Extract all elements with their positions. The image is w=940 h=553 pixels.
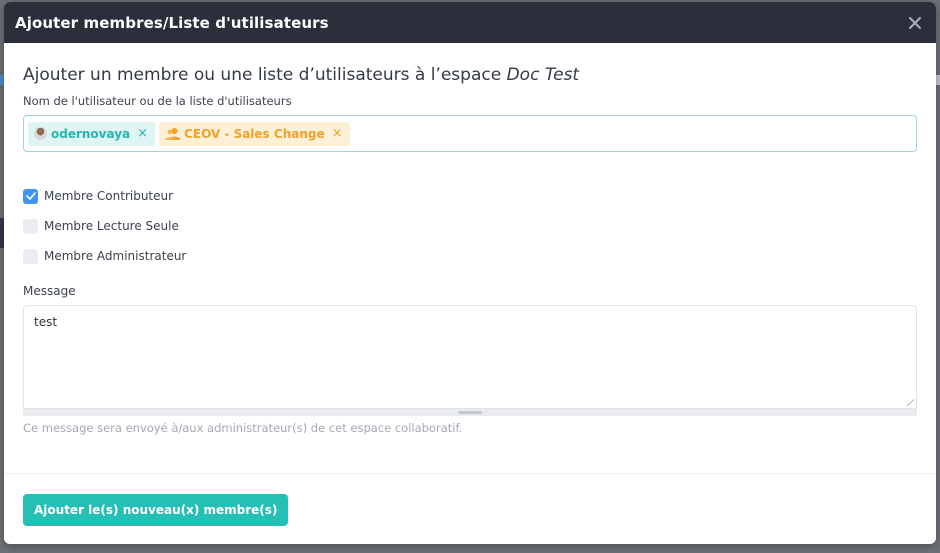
remove-tag-icon[interactable]: × — [332, 126, 343, 141]
heading-prefix: Ajouter un membre ou une liste d’utilisa… — [23, 65, 507, 85]
role-admin[interactable]: Membre Administrateur — [23, 248, 917, 264]
close-icon-glyph — [909, 16, 921, 29]
users-tag-input[interactable]: odernovaya × CEOV - Sales Change × — [23, 115, 917, 152]
close-icon[interactable] — [904, 12, 926, 34]
group-tag: CEOV - Sales Change × — [159, 121, 350, 146]
modal-header: Ajouter membres/Liste d'utilisateurs — [4, 2, 936, 43]
role-contributor[interactable]: Membre Contributeur — [23, 188, 917, 204]
message-textarea[interactable]: test — [23, 305, 917, 409]
resize-handle-icon[interactable] — [906, 398, 914, 406]
scrollbar-thumb[interactable] — [458, 411, 482, 414]
user-tag: odernovaya × — [28, 121, 156, 146]
textarea-scrollbar[interactable] — [23, 409, 917, 416]
role-contributor-label: Membre Contributeur — [44, 189, 174, 203]
backdrop-hint — [936, 75, 940, 85]
avatar-icon — [34, 127, 47, 140]
heading-space-name: Doc Test — [506, 65, 580, 85]
role-checkboxes: Membre Contributeur Membre Lecture Seule… — [23, 188, 917, 264]
modal-title: Ajouter membres/Liste d'utilisateurs — [15, 13, 329, 32]
user-tag-label: odernovaya — [51, 126, 131, 141]
checkbox-unchecked[interactable] — [23, 248, 38, 264]
checkbox-unchecked[interactable] — [23, 218, 38, 234]
remove-tag-icon[interactable]: × — [137, 126, 148, 141]
add-members-button[interactable]: Ajouter le(s) nouveau(x) membre(s) — [23, 494, 289, 526]
add-members-modal: Ajouter membres/Liste d'utilisateurs Ajo… — [4, 2, 936, 544]
modal-footer: Ajouter le(s) nouveau(x) membre(s) — [4, 473, 936, 544]
message-help-text: Ce message sera envoyé à/aux administrat… — [23, 421, 463, 435]
check-icon — [25, 192, 36, 200]
group-icon — [165, 128, 181, 140]
role-admin-label: Membre Administrateur — [44, 249, 187, 263]
modal-body: Ajouter un membre ou une liste d’utilisa… — [4, 43, 936, 473]
message-value: test — [34, 315, 58, 329]
role-readonly[interactable]: Membre Lecture Seule — [23, 218, 917, 234]
checkbox-checked[interactable] — [23, 188, 38, 204]
message-label: Message — [23, 284, 76, 298]
group-tag-label: CEOV - Sales Change — [184, 126, 325, 141]
role-readonly-label: Membre Lecture Seule — [44, 219, 179, 233]
users-field-label: Nom de l'utilisateur ou de la liste d'ut… — [23, 94, 292, 108]
form-heading: Ajouter un membre ou une liste d’utilisa… — [23, 65, 917, 85]
